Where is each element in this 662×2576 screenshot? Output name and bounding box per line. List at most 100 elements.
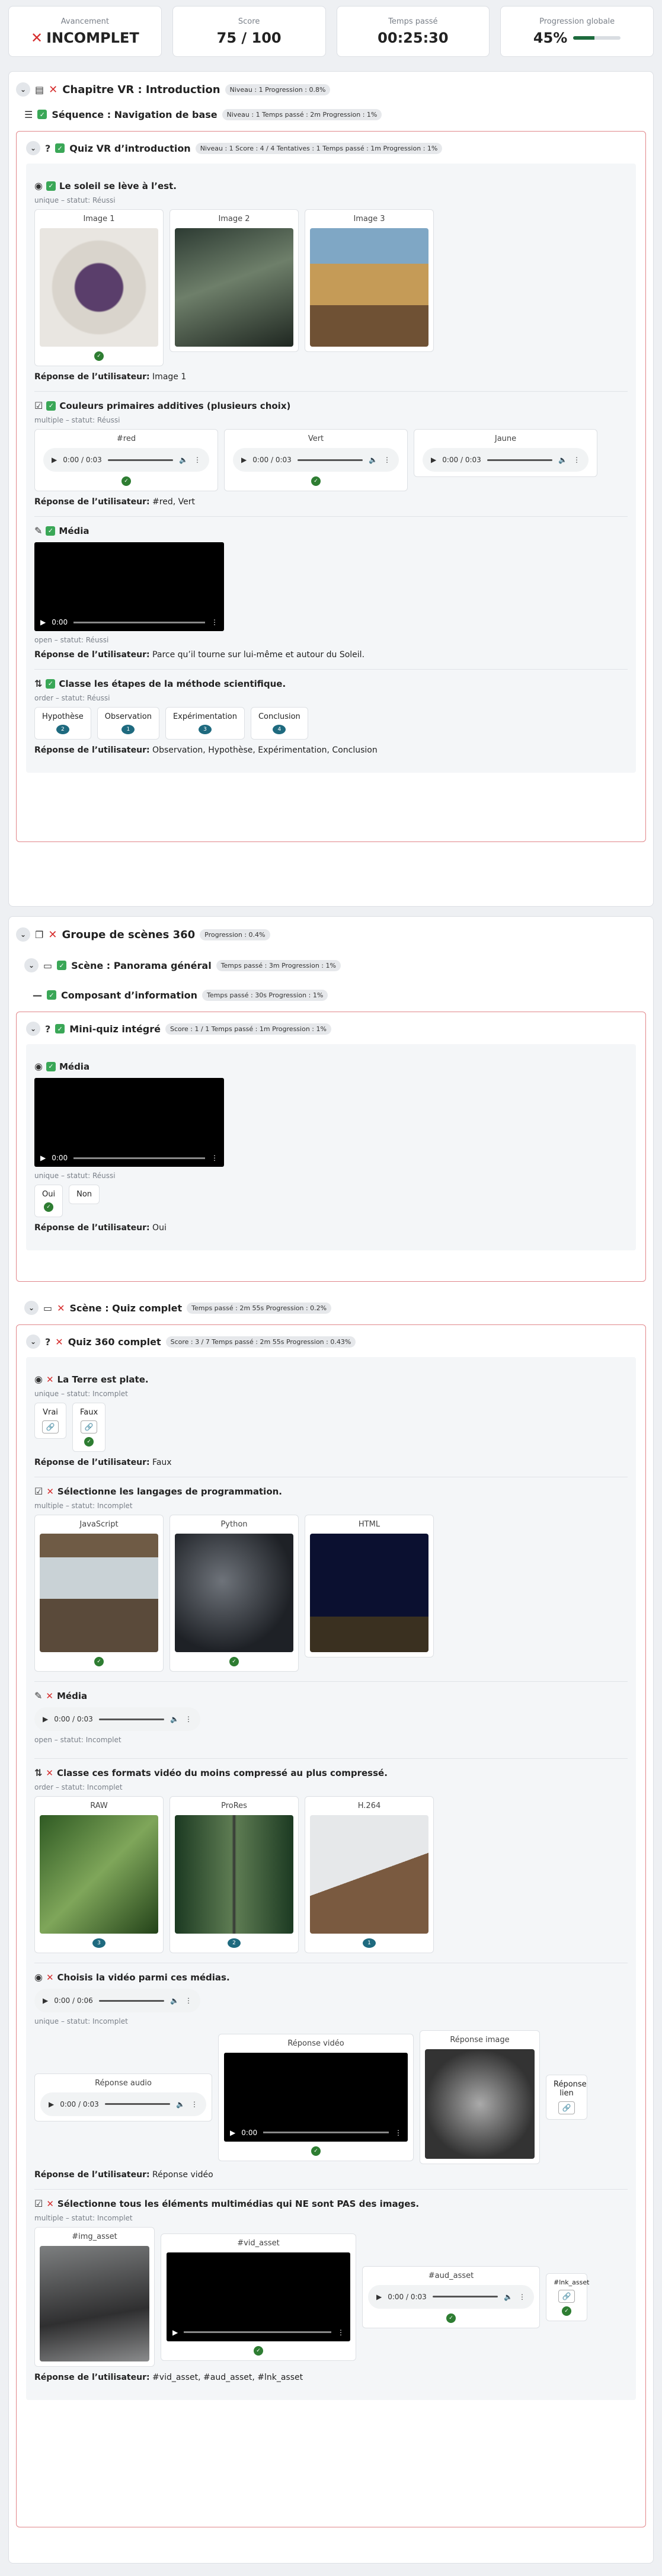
option-image-python[interactable]: Python ✓ — [170, 1515, 299, 1672]
option-link[interactable]: Réponse lien 🔗 — [546, 2075, 587, 2120]
volume-icon[interactable]: 🔈 — [504, 2293, 513, 2301]
group-header[interactable]: ⌄ ❐ ✕ Groupe de scènes 360 Progression :… — [16, 925, 646, 944]
option-aud-asset[interactable]: #aud_asset ▶ 0:00 / 0:03 🔈 ⋮ ✓ — [362, 2265, 540, 2328]
scene-header[interactable]: ⌄ ▭ ✕ Scène : Quiz complet Temps passé :… — [24, 1298, 646, 1317]
more-icon[interactable]: ⋮ — [573, 456, 580, 464]
cross-icon: ✕ — [31, 29, 43, 46]
volume-icon[interactable]: 🔈 — [170, 1996, 179, 2005]
play-icon[interactable]: ▶ — [241, 456, 247, 464]
volume-icon[interactable]: 🔈 — [179, 456, 188, 464]
option-non[interactable]: Non — [69, 1185, 100, 1204]
question-meta: open – statut: Réussi — [34, 636, 109, 644]
chapter-panel: ⌄ ❐ ✕ Groupe de scènes 360 Progression :… — [8, 916, 654, 2564]
more-icon[interactable]: ⋮ — [383, 456, 391, 464]
more-icon[interactable]: ⋮ — [185, 1715, 192, 1723]
option-image-raw[interactable]: RAW 3 — [34, 1796, 164, 1953]
more-icon[interactable]: ⋮ — [185, 1996, 192, 2005]
option-video[interactable]: Réponse vidéo ▶ 0:00 ⋮ ✓ — [218, 2033, 414, 2161]
component-header[interactable]: — ✓ Composant d’information Temps passé … — [33, 985, 646, 1004]
chevron-down-icon[interactable]: ⌄ — [24, 1301, 39, 1315]
play-icon[interactable]: ▶ — [43, 1715, 48, 1723]
question-item: ◉ ✓ Média ▶ 0:00 ⋮ unique – statut: Réussi O… — [34, 1052, 628, 1242]
video-player[interactable]: ▶ 0:00 ⋮ — [34, 1078, 224, 1167]
play-icon[interactable]: ▶ — [40, 1154, 46, 1162]
sequence-header[interactable]: ☰ ✓ Séquence : Navigation de base Niveau… — [24, 105, 646, 124]
option-vid-asset[interactable]: #vid_asset ▶ ⋮ ✓ — [161, 2233, 356, 2361]
quiz-header[interactable]: ⌄ ? ✕ Quiz 360 complet Score : 3 / 7 Tem… — [26, 1332, 636, 1351]
answer-value: #vid_asset, #aud_asset, #lnk_asset — [152, 2373, 303, 2382]
play-icon[interactable]: ▶ — [431, 456, 436, 464]
option-audio-1[interactable]: #red ▶ 0:00 / 0:03 🔈 ⋮ ✓ — [34, 429, 218, 491]
option-image-html[interactable]: HTML — [305, 1515, 434, 1657]
time-label: Temps passé — [388, 17, 438, 26]
option-image-prores[interactable]: ProRes 2 — [170, 1796, 299, 1953]
order-item[interactable]: Observation 1 — [97, 707, 159, 740]
play-icon[interactable]: ▶ — [172, 2328, 178, 2337]
more-icon[interactable]: ⋮ — [211, 618, 218, 626]
audio-player[interactable]: ▶ 0:00 / 0:03 🔈 ⋮ — [423, 448, 589, 472]
more-icon[interactable]: ⋮ — [211, 1154, 218, 1162]
radio-icon: ◉ — [34, 1374, 43, 1385]
question-title: Média — [59, 525, 89, 536]
answer-label: Réponse de l’utilisateur: — [34, 1223, 150, 1233]
option-lnk-asset[interactable]: #lnk_asset 🔗 ✓ — [546, 2273, 589, 2321]
more-icon[interactable]: ⋮ — [194, 456, 201, 464]
chevron-down-icon[interactable]: ⌄ — [26, 1022, 40, 1036]
option-image-h264[interactable]: H.264 1 — [305, 1796, 434, 1953]
chevron-down-icon[interactable]: ⌄ — [24, 958, 39, 972]
more-icon[interactable]: ⋮ — [191, 2100, 198, 2108]
status-value: INCOMPLET — [46, 29, 139, 46]
option-image-1[interactable]: Image 1 ✓ — [34, 209, 164, 366]
option-image-js[interactable]: JavaScript ✓ — [34, 1515, 164, 1672]
quiz-title: Quiz VR d’introduction — [69, 142, 191, 154]
option-vrai[interactable]: Vrai 🔗 — [34, 1403, 66, 1439]
quiz-title: Quiz 360 complet — [68, 1336, 161, 1348]
volume-icon[interactable]: 🔈 — [176, 2100, 185, 2108]
quiz-header[interactable]: ⌄ ? ✓ Quiz VR d’introduction Niveau : 1 … — [26, 139, 636, 158]
chevron-down-icon[interactable]: ⌄ — [26, 141, 40, 155]
page: Avancement ✕ INCOMPLET Score 75 / 100 Tem… — [0, 0, 662, 2576]
option-image-2[interactable]: Image 2 — [170, 209, 299, 352]
option-audio-2[interactable]: Vert ▶ 0:00 / 0:03 🔈 ⋮ ✓ — [224, 429, 408, 491]
audio-player[interactable]: ▶ 0:00 / 0:03 🔈 ⋮ — [34, 1707, 200, 1731]
audio-player[interactable]: ▶ 0:00 / 0:03 🔈 ⋮ — [43, 448, 209, 472]
chevron-down-icon[interactable]: ⌄ — [16, 82, 30, 97]
chapter-header[interactable]: ⌄ ▤ ✕ Chapitre VR : Introduction Niveau … — [16, 80, 646, 99]
option-oui[interactable]: Oui ✓ — [34, 1185, 63, 1217]
volume-icon[interactable]: 🔈 — [369, 456, 378, 464]
video-player[interactable]: ▶ 0:00 ⋮ — [34, 542, 224, 631]
chevron-down-icon[interactable]: ⌄ — [26, 1335, 40, 1349]
order-item[interactable]: Hypothèse 2 — [34, 707, 91, 740]
question-item: ☑ ✓ Couleurs primaires additives (plusieur… — [34, 392, 628, 517]
play-icon[interactable]: ▶ — [40, 618, 46, 626]
option-img-asset[interactable]: #img_asset — [34, 2227, 155, 2367]
chevron-down-icon[interactable]: ⌄ — [16, 927, 30, 942]
option-audio[interactable]: Réponse audio ▶ 0:00 / 0:03 🔈 ⋮ — [34, 2073, 212, 2121]
option-image[interactable]: Réponse image — [420, 2030, 540, 2164]
check-icon: ✓ — [46, 1061, 56, 1071]
play-icon[interactable]: ▶ — [376, 2293, 382, 2301]
cross-icon: ✕ — [46, 1972, 54, 1983]
option-audio-3[interactable]: Jaune ▶ 0:00 / 0:03 🔈 ⋮ — [414, 429, 597, 477]
play-icon[interactable]: ▶ — [52, 456, 57, 464]
more-icon[interactable]: ⋮ — [337, 2328, 344, 2337]
scene-header[interactable]: ⌄ ▭ ✓ Scène : Panorama général Temps pas… — [24, 956, 646, 975]
option-faux[interactable]: Faux 🔗 ✓ — [72, 1403, 106, 1452]
mini-quiz-header[interactable]: ⌄ ? ✓ Mini-quiz intégré Score : 1 / 1 Te… — [26, 1019, 636, 1038]
more-icon[interactable]: ⋮ — [519, 2293, 526, 2301]
play-icon[interactable]: ▶ — [49, 2100, 54, 2108]
more-icon[interactable]: ⋮ — [395, 2129, 402, 2137]
option-image-3[interactable]: Image 3 — [305, 209, 434, 352]
order-item[interactable]: Conclusion 4 — [250, 707, 308, 740]
volume-icon[interactable]: 🔈 — [170, 1715, 179, 1723]
question-meta: multiple – statut: Incomplet — [34, 2214, 133, 2222]
play-icon[interactable]: ▶ — [43, 1996, 48, 2005]
audio-player[interactable]: ▶ 0:00 / 0:03 🔈 ⋮ — [233, 448, 399, 472]
play-icon[interactable]: ▶ — [230, 2129, 235, 2137]
answer-value: Réponse vidéo — [152, 2170, 213, 2180]
cross-icon: ✕ — [46, 1486, 54, 1497]
volume-icon[interactable]: 🔈 — [558, 456, 567, 464]
order-item[interactable]: Expérimentation 3 — [165, 707, 245, 740]
audio-player[interactable]: ▶ 0:00 / 0:06 🔈 ⋮ — [34, 1989, 200, 2012]
answer-label: Réponse de l’utilisateur: — [34, 372, 150, 382]
